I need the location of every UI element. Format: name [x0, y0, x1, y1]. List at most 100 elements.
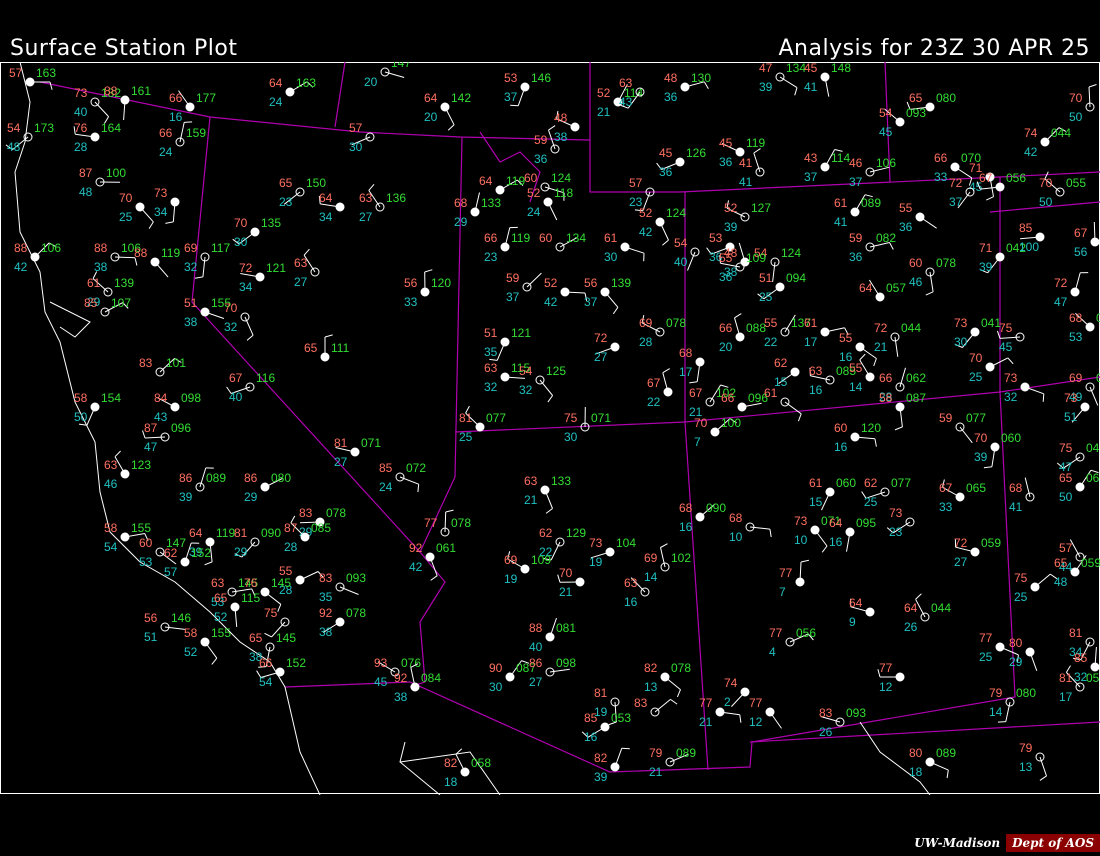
dewpoint-label: 26 — [819, 725, 833, 739]
pressure-label: 139 — [611, 276, 631, 290]
dewpoint-label: 16 — [584, 730, 598, 744]
temperature-label: 74 — [724, 676, 738, 690]
temperature-label: 81 — [1069, 626, 1083, 640]
dewpoint-label: 16 — [624, 595, 638, 609]
temperature-label: 52 — [527, 186, 541, 200]
pressure-label: 072 — [406, 461, 426, 475]
pressure-label: 093 — [346, 571, 366, 585]
dewpoint-label: 30 — [954, 335, 968, 349]
temperature-label: 67 — [1074, 226, 1088, 240]
dewpoint-label: 10 — [794, 533, 808, 547]
temperature-label: 66 — [719, 321, 733, 335]
dewpoint-label: 4 — [769, 645, 776, 659]
temperature-label: 53 — [504, 71, 518, 85]
pressure-label: 060 — [1001, 431, 1021, 445]
temperature-label: 92 — [319, 606, 333, 620]
temperature-label: 54 — [879, 106, 893, 120]
pressure-label: 152 — [191, 546, 211, 560]
temperature-label: 69 — [184, 241, 198, 255]
pressure-label: 114 — [831, 151, 850, 165]
pressure-label: 056 — [1006, 171, 1026, 185]
dewpoint-label: 27 — [954, 555, 968, 569]
pressure-label: 155 — [131, 521, 151, 535]
pressure-label: 077 — [891, 476, 911, 490]
temperature-label: 55 — [839, 331, 853, 345]
dewpoint-label: 23 — [484, 250, 498, 264]
dewpoint-label: 37 — [506, 290, 520, 304]
temperature-label: 92 — [394, 671, 408, 685]
dewpoint-label: 41 — [1009, 500, 1023, 514]
dewpoint-label: 24 — [269, 95, 283, 109]
temperature-label: 46 — [849, 156, 863, 170]
dewpoint-label: 27 — [529, 675, 543, 689]
temperature-label: 52 — [544, 276, 558, 290]
pressure-label: 147 — [391, 62, 411, 70]
dewpoint-label: 21 — [524, 493, 538, 507]
pressure-label: 090 — [706, 501, 726, 515]
temperature-label: 83 — [139, 356, 153, 370]
temperature-label: 64 — [859, 281, 873, 295]
temperature-label: 64 — [189, 526, 203, 540]
temperature-label: 79 — [649, 746, 663, 760]
temperature-label: 87 — [144, 421, 158, 435]
dewpoint-label: 13 — [644, 680, 658, 694]
temperature-label: 55 — [849, 361, 863, 375]
temperature-label: 58 — [74, 391, 88, 405]
pressure-label: 161 — [131, 84, 151, 98]
temperature-label: 75 — [1059, 441, 1073, 455]
temperature-label: 79 — [1019, 741, 1033, 755]
pressure-label: 109 — [746, 251, 766, 265]
temperature-label: 64 — [424, 91, 438, 105]
pressure-label: 090 — [261, 526, 281, 540]
dewpoint-label: 14 — [644, 570, 658, 584]
temperature-label: 63 — [484, 361, 498, 375]
temperature-label: 86 — [529, 656, 543, 670]
temperature-label: 61 — [804, 316, 818, 330]
dewpoint-label: 37 — [949, 195, 963, 209]
temperature-label: 54 — [519, 364, 533, 378]
pressure-label: 060 — [1086, 471, 1100, 485]
dewpoint-label: 27 — [359, 210, 373, 224]
pressure-label: 080 — [1016, 686, 1036, 700]
pressure-label: 058 — [471, 756, 491, 770]
dewpoint-label: 29 — [454, 215, 468, 229]
temperature-label: 75 — [564, 411, 578, 425]
dewpoint-label: 50 — [1039, 195, 1053, 209]
temperature-label: 77 — [749, 696, 763, 710]
temperature-label: 85 — [584, 711, 598, 725]
dewpoint-label: 50 — [1059, 490, 1073, 504]
dewpoint-label: 36 — [534, 152, 548, 166]
pressure-label: 177 — [196, 91, 216, 105]
temperature-label: 66 — [721, 391, 735, 405]
dewpoint-label: 18 — [909, 765, 923, 779]
temperature-label: 51 — [759, 271, 773, 285]
temperature-label: 69 — [1069, 371, 1083, 385]
dewpoint-label: 57 — [164, 565, 178, 579]
dewpoint-label: 25 — [864, 495, 878, 509]
temperature-label: 57 — [1059, 541, 1073, 555]
pressure-label: 146 — [171, 611, 191, 625]
temperature-label: 70 — [559, 566, 573, 580]
dewpoint-label: 36 — [659, 165, 673, 179]
pressure-label: 104 — [616, 536, 636, 550]
dewpoint-label: 35 — [319, 590, 333, 604]
temperature-label: 45 — [659, 146, 673, 160]
temperature-label: 69 — [639, 316, 653, 330]
dewpoint-label: 42 — [639, 225, 653, 239]
temperature-label: 68 — [679, 501, 693, 515]
pressure-label: 078 — [666, 316, 686, 330]
pressure-label: 145 — [271, 576, 291, 590]
temperature-label: 75 — [264, 606, 278, 620]
station-map: 57 163734018288 1615448173 7628164661617766… — [0, 62, 1100, 795]
temperature-label: 66 — [259, 656, 273, 670]
pressure-label: 107 — [111, 296, 131, 310]
dewpoint-label: 13 — [1019, 760, 1033, 774]
pressure-label: 098 — [556, 656, 576, 670]
pressure-label: 101 — [166, 356, 186, 370]
pressure-label: 120 — [431, 276, 451, 290]
temperature-label: 65 — [1054, 556, 1068, 570]
dewpoint-label: 41 — [834, 215, 848, 229]
temperature-label: 67 — [229, 371, 243, 385]
pressure-label: 125 — [546, 364, 566, 378]
pressure-label: 119 — [216, 526, 235, 540]
